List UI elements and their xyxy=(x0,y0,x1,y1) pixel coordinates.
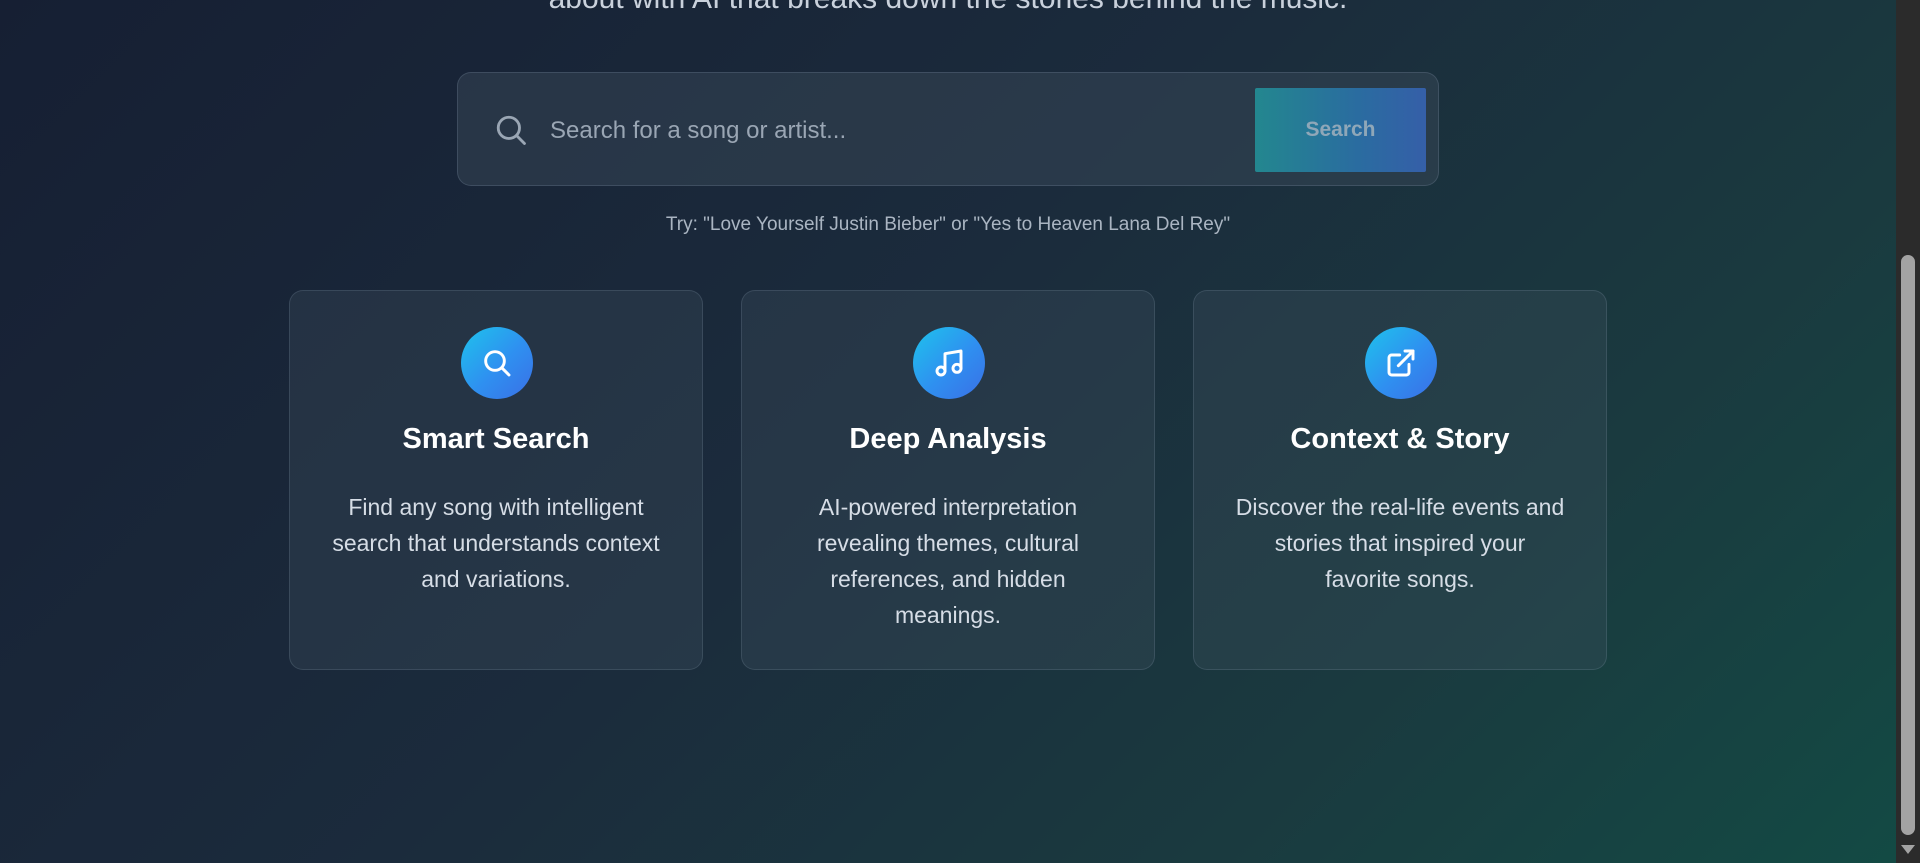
feature-card-context-story: Context & Story Discover the real-life e… xyxy=(1193,290,1607,670)
feature-description: AI-powered interpretation revealing them… xyxy=(816,494,1080,628)
feature-card-smart-search: Smart Search Find any song with intellig… xyxy=(289,290,703,670)
hero-tagline: about with AI that breaks down the stori… xyxy=(0,0,1896,16)
search-input[interactable] xyxy=(548,103,1192,159)
scroll-down-arrow-icon[interactable] xyxy=(1901,845,1915,854)
external-link-icon xyxy=(1365,327,1437,399)
feature-title: Context & Story xyxy=(1290,423,1510,455)
vertical-scrollbar[interactable] xyxy=(1896,0,1920,863)
feature-title: Deep Analysis xyxy=(849,423,1047,455)
search-hint: Try: "Love Yourself Justin Bieber" or "Y… xyxy=(665,214,1231,235)
page: about with AI that breaks down the stori… xyxy=(0,0,1896,863)
scrollbar-thumb[interactable] xyxy=(1901,255,1915,835)
feature-title: Smart Search xyxy=(402,423,590,455)
feature-description: Find any song with intelligent search th… xyxy=(332,494,660,592)
feature-cards: Smart Search Find any song with intellig… xyxy=(289,290,1609,670)
feature-description: Discover the real-life events and storie… xyxy=(1235,494,1565,592)
search-icon xyxy=(461,327,533,399)
music-note-icon xyxy=(913,327,985,399)
search-button[interactable]: Search xyxy=(1255,88,1426,172)
search-box: Search xyxy=(457,72,1439,186)
feature-card-deep-analysis: Deep Analysis AI-powered interpretation … xyxy=(741,290,1155,670)
search-icon xyxy=(496,115,526,145)
